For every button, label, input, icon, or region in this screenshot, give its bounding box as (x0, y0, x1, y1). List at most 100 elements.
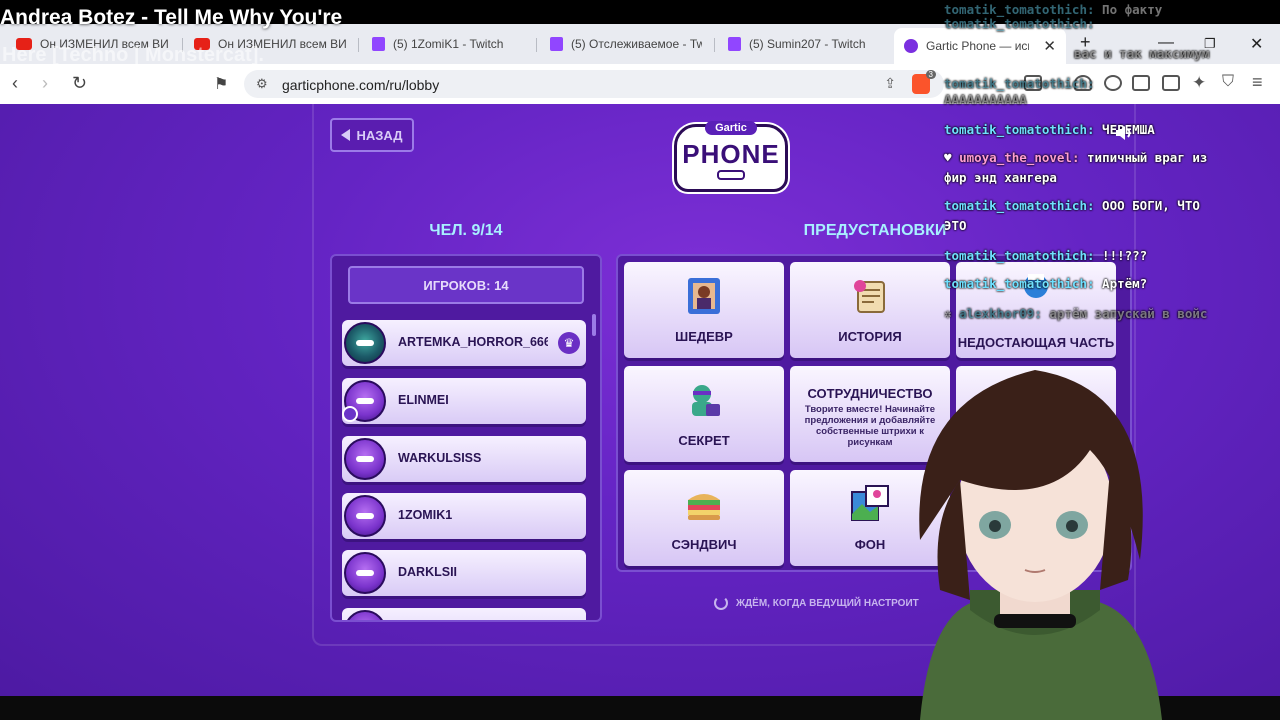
brave-shield-icon[interactable]: 3 (912, 70, 936, 94)
back-triangle-icon (341, 129, 351, 141)
chat-user: tomatik_tomatothich: (944, 276, 1095, 291)
player-row[interactable]: WARKULSISS (342, 436, 586, 482)
chat-message: ААААААААААА (944, 90, 1274, 110)
chat-message: ♥ umoya_the_novel: типичный враг из (944, 148, 1274, 168)
chat-message: вас и так максимум (1074, 44, 1280, 64)
player-avatar (344, 495, 386, 537)
logo-top-text: Gartic (705, 121, 757, 135)
player-avatar (344, 552, 386, 594)
chat-message: tomatik_tomatothich: ЧЕРЕМША (944, 120, 1274, 140)
sandwich-icon (688, 494, 720, 520)
player-name: 1ZOMIK1 (398, 508, 453, 522)
forward-arrow-icon[interactable]: › (42, 73, 48, 94)
player-row[interactable]: DARKLSII (342, 550, 586, 596)
players-scrollbar[interactable] (592, 314, 596, 336)
player-row[interactable]: 1ZOMIK1 (342, 493, 586, 539)
screen: Andrea Botez - Tell Me Why You're Он ИЗМ… (0, 0, 1280, 720)
browser-tab[interactable]: (5) Отслеживаемое - Tw (550, 32, 702, 56)
chat-user: alexkhor09: (959, 306, 1042, 321)
site-info-icon[interactable]: ⚙ (256, 76, 268, 92)
scroll-icon (854, 280, 885, 313)
crown-icon: ♛ (558, 332, 580, 354)
user-icon (342, 406, 358, 422)
player-row[interactable]: ELINMEI (342, 378, 586, 424)
chat-text: ААААААААААА (944, 92, 1027, 107)
browser-tab[interactable]: (5) Sumin207 - Twitch (728, 32, 878, 56)
player-avatar (344, 610, 386, 620)
gartic-phone-logo: Gartic PHONE (674, 121, 788, 192)
preset-label: ШЕДЕВР (675, 329, 733, 344)
chat-user: tomatik_tomatothich: (944, 248, 1095, 263)
preset-sandwich[interactable]: СЭНДВИЧ (624, 470, 784, 566)
twitch-icon (372, 37, 385, 51)
chat-text: фир энд хангера (944, 170, 1057, 185)
player-avatar (344, 322, 386, 364)
shield-badge: 3 (925, 70, 936, 79)
waiting-text: ЖДЁМ, КОГДА ВЕДУЩИЙ НАСТРОИТ (736, 597, 919, 609)
chat-user: tomatik_tomatothich: (944, 76, 1095, 91)
chat-message: ЭТО (944, 216, 1274, 236)
phone-dial-icon (717, 170, 745, 180)
preset-label: ИСТОРИЯ (838, 329, 902, 344)
chat-message: tomatik_tomatothich: Артём? (944, 274, 1274, 294)
chat-message: tomatik_tomatothich: (944, 14, 1274, 34)
address-bar[interactable]: ⚙ garticphone.com/ru/lobby ⇪ (244, 70, 944, 98)
player-row[interactable] (342, 608, 586, 620)
now-playing-title: Andrea Botez - Tell Me Why You're (0, 6, 343, 29)
chat-text: типичный враг из (1087, 150, 1208, 165)
waiting-status: ЖДЁМ, КОГДА ВЕДУЩИЙ НАСТРОИТ (714, 596, 919, 610)
masterpiece-icon (688, 278, 720, 314)
loading-spinner-icon (714, 596, 728, 610)
gartic-icon (904, 39, 918, 53)
back-arrow-icon[interactable]: ‹ (12, 73, 18, 94)
speaker-icon (1116, 126, 1131, 140)
players-heading: ЧЕЛ. 9/14 (429, 222, 503, 239)
chat-user: tomatik_tomatothich: (944, 198, 1095, 213)
chat-user: tomatik_tomatothich: (944, 16, 1095, 31)
player-row[interactable]: ARTEMKA_HORROR_666 ♛ (342, 320, 586, 366)
chat-text: ЭТО (944, 218, 967, 233)
preset-label: СЭНДВИЧ (671, 537, 737, 552)
secret-icon (692, 385, 720, 416)
preset-story[interactable]: ИСТОРИЯ (790, 262, 950, 358)
url-text: garticphone.com/ru/lobby (282, 77, 440, 93)
preset-label: СЕКРЕТ (678, 433, 730, 448)
chat-user: tomatik_tomatothich: (944, 122, 1095, 137)
preset-masterpiece[interactable]: ШЕДЕВР (624, 262, 784, 358)
now-playing-subtitle: Here [Techno | Monstercat]. (2, 44, 264, 66)
chat-text: !!!??? (1102, 248, 1148, 263)
players-panel: ИГРОКОВ: 14 ARTEMKA_HORROR_666 ♛ ELINMEI… (330, 254, 602, 622)
players-count: ИГРОКОВ: 14 (348, 266, 584, 304)
back-label: НАЗАД (356, 127, 403, 143)
logo-main-text: PHONE (682, 139, 780, 169)
chat-badge-icon: ✲ (944, 306, 952, 321)
back-button[interactable]: НАЗАД (330, 118, 414, 152)
reload-icon[interactable]: ↻ (72, 73, 87, 94)
preset-label: НЕДОСТАЮЩАЯ ЧАСТЬ (957, 335, 1115, 350)
tab-label: (5) Sumin207 - Twitch (749, 37, 866, 51)
browser-tab[interactable]: (5) 1ZomiK1 - Twitch (372, 32, 532, 56)
chat-message: tomatik_tomatothich: !!!??? (944, 246, 1274, 266)
stream-chat-overlay: tomatik_tomatothich: По факту tomatik_to… (944, 0, 1280, 330)
chat-user: umoya_the_novel: (959, 150, 1080, 165)
bookmark-icon[interactable]: ⚑ (214, 74, 228, 94)
chat-text: вас и так максимум (1074, 46, 1210, 61)
chat-message: tomatik_tomatothich: ООО БОГИ, ЧТО (944, 196, 1274, 216)
chat-text: Артём? (1102, 276, 1148, 291)
player-name: DARKLSII (398, 565, 458, 579)
background-icon (851, 485, 889, 521)
preset-secret[interactable]: СЕКРЕТ (624, 366, 784, 462)
player-name: ARTEMKA_HORROR_666 (398, 335, 548, 349)
tab-label: (5) 1ZomiK1 - Twitch (393, 37, 504, 51)
tab-label: (5) Отслеживаемое - Tw (571, 37, 702, 51)
share-icon[interactable]: ⇪ (884, 75, 896, 92)
player-avatar (344, 438, 386, 480)
player-name: ELINMEI (398, 393, 449, 407)
player-name: WARKULSISS (398, 451, 482, 465)
chat-message: фир энд хангера (944, 168, 1274, 188)
twitch-icon (550, 37, 563, 51)
heart-icon: ♥ (944, 150, 952, 165)
chat-text: ООО БОГИ, ЧТО (1102, 198, 1200, 213)
vtuber-avatar (919, 370, 1162, 720)
chat-text: артём запускай в войс (1049, 306, 1208, 321)
